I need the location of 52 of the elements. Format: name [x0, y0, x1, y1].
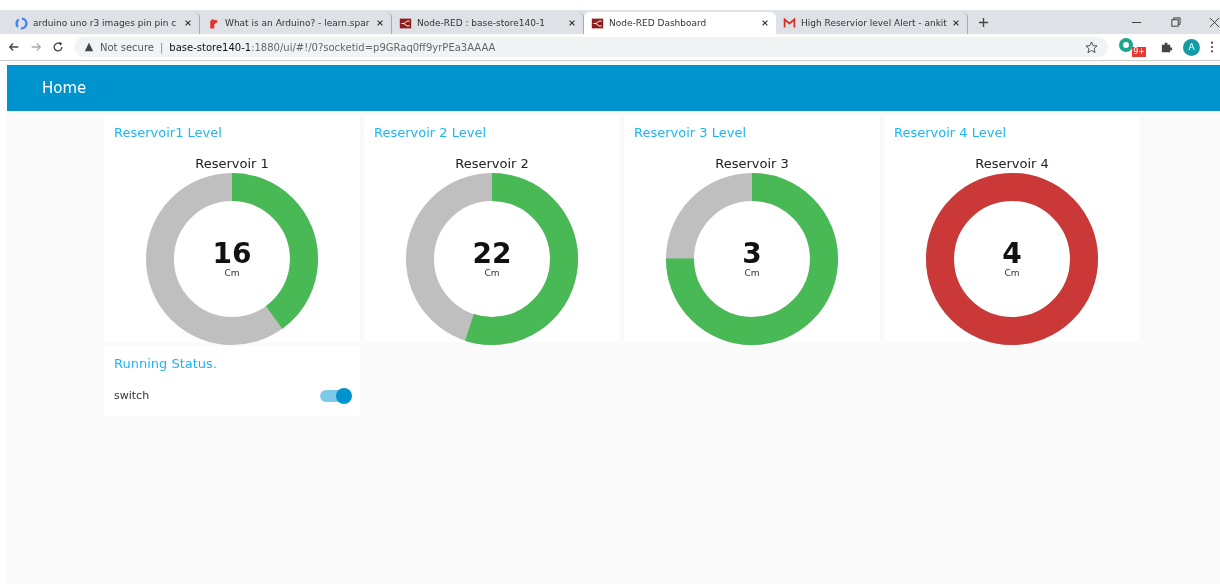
- tab-title: High Reservior level Alert - ankit: [801, 18, 947, 28]
- reload-icon[interactable]: [52, 41, 64, 53]
- tab-title: arduino uno r3 images pin pin c: [33, 18, 178, 28]
- mail-icon: [783, 16, 796, 30]
- menu-icon[interactable]: [1210, 41, 1214, 53]
- extension-icon[interactable]: [1118, 37, 1135, 53]
- gauge-unit: Cm: [484, 268, 500, 278]
- warning-icon: [84, 42, 94, 52]
- gauge-label: Reservoir 1: [195, 156, 269, 171]
- address-field[interactable]: Not secure | base-store140-1:1880/ui/#!/0?socketid=p9GRaq0ff9yrPEa3AAAA: [74, 37, 1109, 57]
- close-icon[interactable]: [376, 19, 384, 27]
- browser-tab[interactable]: High Reservior level Alert - ankit: [776, 12, 968, 34]
- close-icon[interactable]: [1209, 17, 1220, 28]
- star-icon[interactable]: [1085, 40, 1099, 54]
- toggle-switch[interactable]: [320, 389, 350, 402]
- notification-badge: 9+: [1132, 47, 1146, 57]
- flow-icon: [591, 16, 604, 30]
- back-icon[interactable]: [8, 41, 20, 53]
- close-icon[interactable]: [568, 19, 576, 27]
- card-title: Reservoir 3 Level: [634, 125, 747, 140]
- switch-label: switch: [114, 389, 150, 402]
- close-icon[interactable]: [184, 19, 192, 27]
- gauge-unit: Cm: [1004, 268, 1020, 278]
- card-title: Reservoir 2 Level: [374, 125, 487, 140]
- gauge-label: Reservoir 2: [455, 156, 529, 171]
- puzzle-icon[interactable]: [1160, 40, 1173, 54]
- tab-title: Node-RED Dashboard: [609, 18, 708, 28]
- card-title: Reservoir1 Level: [114, 125, 222, 140]
- tab-title: Node-RED : base-store140-1: [417, 18, 546, 28]
- close-icon[interactable]: [761, 19, 769, 27]
- separator: |: [159, 41, 164, 53]
- gauge-label: Reservoir 3: [715, 156, 789, 171]
- browser-tab[interactable]: arduino uno r3 images pin pin c: [8, 12, 200, 34]
- page-title: Home: [42, 79, 87, 97]
- url-text: base-store140-1:1880/ui/#!/0?socketid=p9GRaq0ff9yrPEa3AAAA: [169, 41, 496, 53]
- gauge-value: 22: [472, 240, 512, 268]
- tab-title: What is an Arduino? - learn.spar: [225, 18, 371, 28]
- flow-icon: [399, 16, 412, 30]
- gauge-unit: Cm: [744, 268, 760, 278]
- browser-tab[interactable]: Node-RED Dashboard: [584, 12, 776, 34]
- browser-tab[interactable]: What is an Arduino? - learn.spar: [200, 12, 392, 34]
- security-label: Not secure: [100, 41, 154, 53]
- gauge-label: Reservoir 4: [975, 156, 1049, 171]
- gauge-unit: Cm: [224, 268, 240, 278]
- new-tab-icon[interactable]: [978, 17, 989, 28]
- gauge-value: 16: [212, 240, 252, 268]
- card-title: Running Status.: [114, 356, 217, 371]
- close-icon[interactable]: [952, 19, 960, 27]
- card-title: Reservoir 4 Level: [894, 125, 1007, 140]
- gauge-value: 4: [1002, 240, 1022, 268]
- restore-icon[interactable]: [1170, 17, 1181, 28]
- gauge-value: 3: [742, 240, 762, 268]
